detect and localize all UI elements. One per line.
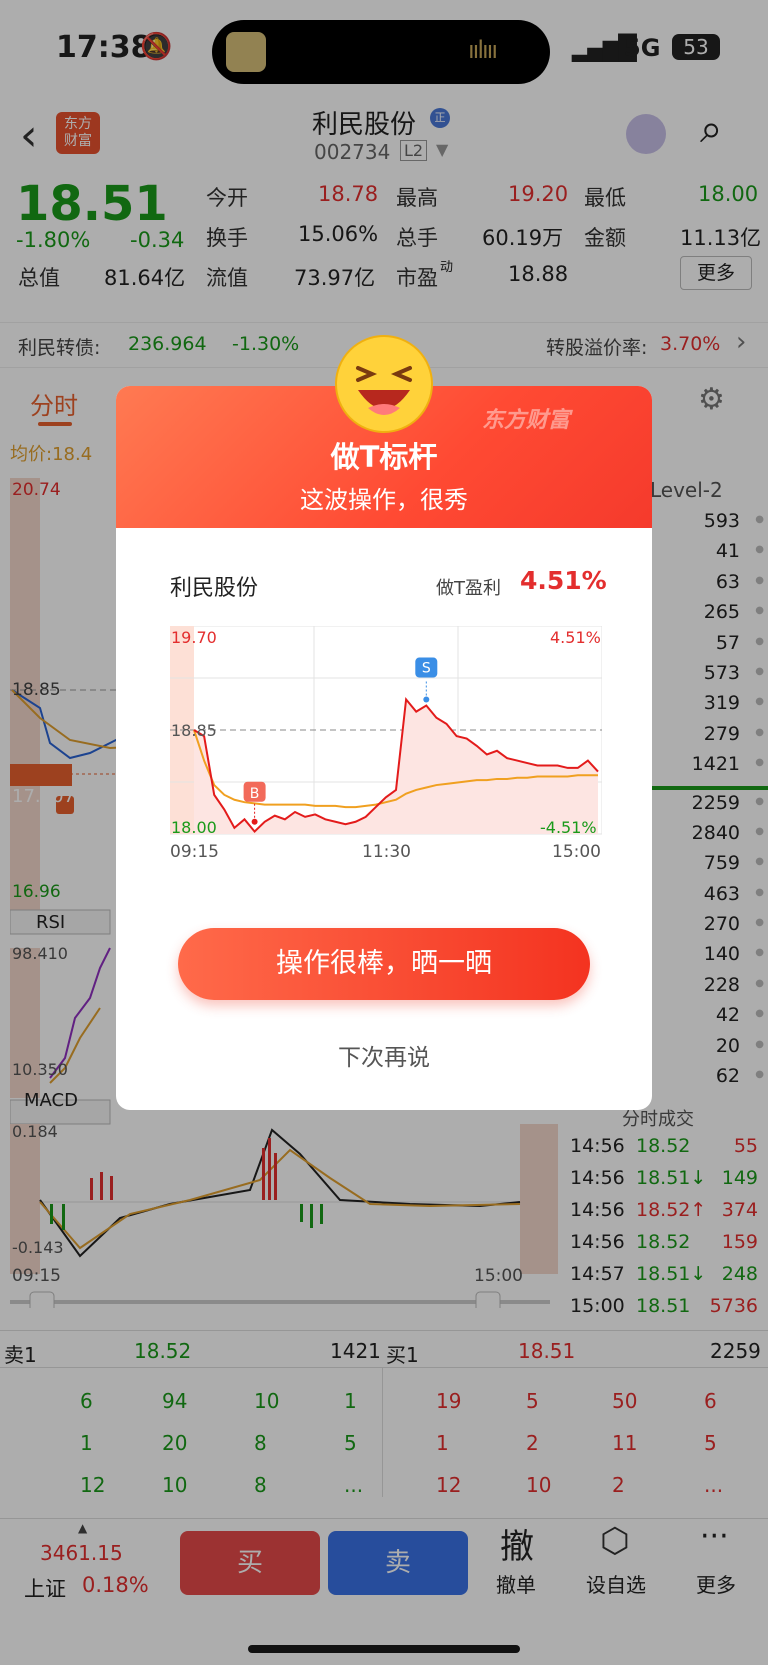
buy-marker-dot	[251, 818, 258, 825]
modal-subtitle: 这波操作，很秀	[300, 486, 468, 514]
laughing-emoji-icon	[335, 335, 433, 433]
chart-y-right-top: 4.51%	[550, 628, 601, 647]
sell-marker-label: S	[422, 661, 431, 677]
chart-y-top: 19.70	[171, 628, 217, 647]
modal-stock-name: 利民股份	[170, 576, 259, 601]
chart-y-bottom: 18.00	[171, 818, 217, 837]
home-indicator	[248, 1645, 520, 1653]
sell-marker-dot	[423, 696, 430, 703]
buy-marker-label: B	[250, 786, 260, 802]
chart-y-ref: 18.85	[171, 721, 217, 740]
chart-x-tick-end: 15:00	[552, 842, 601, 862]
modal-watermark: 东方财富	[482, 408, 571, 433]
share-button[interactable]: 操作很棒，晒一晒	[178, 928, 590, 1000]
t-trade-modal: 东方财富 做T标杆 这波操作，很秀 利民股份 做T盈利 4.51% BS 19.…	[116, 386, 652, 1110]
chart-x-tick-mid: 11:30	[362, 842, 411, 862]
later-button[interactable]: 下次再说	[116, 1038, 652, 1072]
modal-title: 做T标杆	[330, 440, 438, 474]
t-trade-chart: BS	[170, 626, 602, 835]
chart-x-tick-start: 09:15	[170, 842, 219, 862]
chart-y-right-bottom: -4.51%	[540, 818, 597, 837]
profit-value: 4.51%	[520, 566, 607, 595]
profit-label: 做T盈利	[436, 578, 501, 599]
